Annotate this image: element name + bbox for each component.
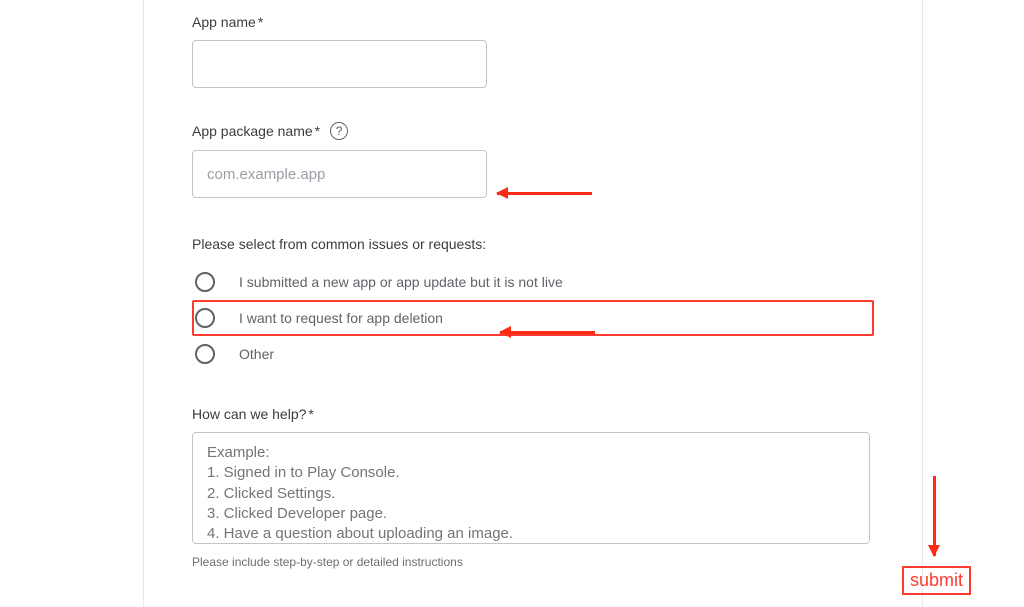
issue-prompt: Please select from common issues or requ… [192, 236, 874, 252]
radio-option-not-live[interactable]: I submitted a new app or app update but … [192, 264, 874, 300]
help-hint: Please include step-by-step or detailed … [192, 555, 874, 569]
radio-label: Other [239, 346, 274, 362]
app-name-group: App name * [192, 14, 874, 88]
app-name-label: App name * [192, 14, 874, 30]
annotation-arrow-submit [930, 476, 938, 556]
form-container: App name * App package name * ? Please s… [143, 0, 923, 607]
app-package-group: App package name * ? [192, 122, 874, 198]
help-group: How can we help? * Please include step-b… [192, 406, 874, 569]
help-label: How can we help? * [192, 406, 874, 422]
app-package-label: App package name * ? [192, 122, 874, 140]
annotation-submit-box: submit [902, 566, 971, 595]
radio-icon [195, 272, 215, 292]
required-mark: * [308, 406, 313, 422]
radio-label: I want to request for app deletion [239, 310, 443, 326]
radio-option-other[interactable]: Other [192, 336, 874, 372]
app-name-label-text: App name [192, 14, 256, 30]
annotation-arrow-deletion [500, 328, 595, 336]
help-textarea[interactable] [192, 432, 870, 544]
radio-icon [195, 344, 215, 364]
app-package-label-text: App package name [192, 123, 313, 139]
annotation-arrow-package [497, 189, 592, 197]
app-package-input[interactable] [192, 150, 487, 198]
app-name-input[interactable] [192, 40, 487, 88]
radio-icon [195, 308, 215, 328]
help-icon[interactable]: ? [330, 122, 348, 140]
radio-label: I submitted a new app or app update but … [239, 274, 563, 290]
required-mark: * [315, 123, 320, 139]
required-mark: * [258, 14, 263, 30]
help-label-text: How can we help? [192, 406, 306, 422]
